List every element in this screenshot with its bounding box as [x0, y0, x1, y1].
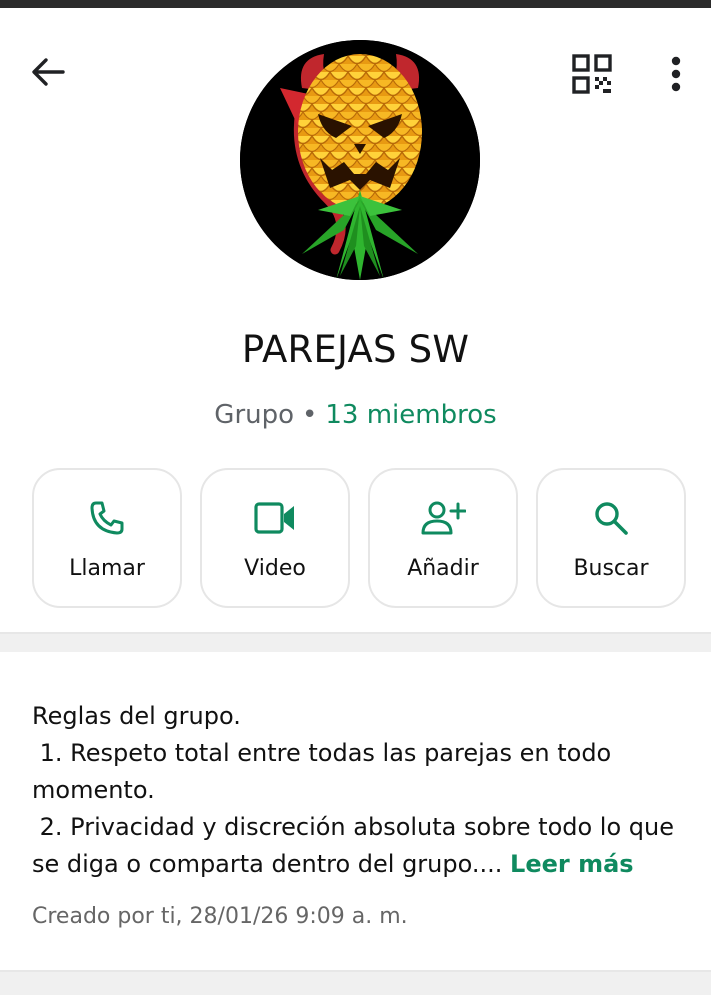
- subtitle-separator: •: [302, 400, 318, 430]
- group-type: Grupo: [214, 400, 295, 430]
- devil-pineapple-image: [240, 40, 480, 280]
- description-line: momento.: [32, 776, 155, 804]
- arrow-left-icon: [32, 58, 65, 86]
- status-bar-edge: [0, 0, 711, 8]
- quick-actions: Llamar Video Añadir Buscar: [32, 468, 688, 610]
- description-line: 2. Privacidad y discreción absoluta sobr…: [32, 813, 674, 841]
- group-subtitle: Grupo • 13 miembros: [0, 400, 711, 430]
- more-vert-icon: [671, 56, 681, 92]
- add-member-button[interactable]: Añadir: [368, 468, 518, 608]
- more-options-button[interactable]: [650, 42, 702, 106]
- section-divider: [0, 632, 711, 652]
- add-member-label: Añadir: [407, 556, 479, 581]
- qr-code-button[interactable]: [560, 42, 624, 106]
- video-button[interactable]: Video: [200, 468, 350, 608]
- group-avatar[interactable]: [240, 40, 480, 280]
- read-more-link[interactable]: Leer más: [510, 850, 634, 878]
- group-description[interactable]: Reglas del grupo. 1. Respeto total entre…: [32, 698, 682, 883]
- phone-icon: [90, 501, 124, 535]
- video-icon: [254, 502, 294, 534]
- back-button[interactable]: [18, 42, 78, 102]
- created-info: Creado por ti, 28/01/26 9:09 a. m.: [32, 904, 408, 929]
- search-label: Buscar: [573, 556, 649, 581]
- description-line: 1. Respeto total entre todas las parejas…: [32, 739, 612, 767]
- group-name: PAREJAS SW: [241, 328, 470, 371]
- video-label: Video: [244, 556, 306, 581]
- description-line: Reglas del grupo.: [32, 702, 241, 730]
- members-count-link[interactable]: 13 miembros: [325, 400, 496, 430]
- group-header: PAREJAS SW Grupo • 13 miembros Llamar Vide…: [0, 8, 711, 630]
- search-icon: [595, 502, 628, 535]
- qr-code-icon: [572, 54, 612, 94]
- section-divider-bottom: [0, 970, 711, 995]
- add-person-icon: [421, 501, 466, 535]
- description-line-last: se diga o comparta dentro del grupo.... …: [32, 846, 682, 883]
- search-button[interactable]: Buscar: [536, 468, 686, 608]
- call-button[interactable]: Llamar: [32, 468, 182, 608]
- description-line: se diga o comparta dentro del grupo....: [32, 850, 511, 878]
- call-label: Llamar: [69, 556, 145, 581]
